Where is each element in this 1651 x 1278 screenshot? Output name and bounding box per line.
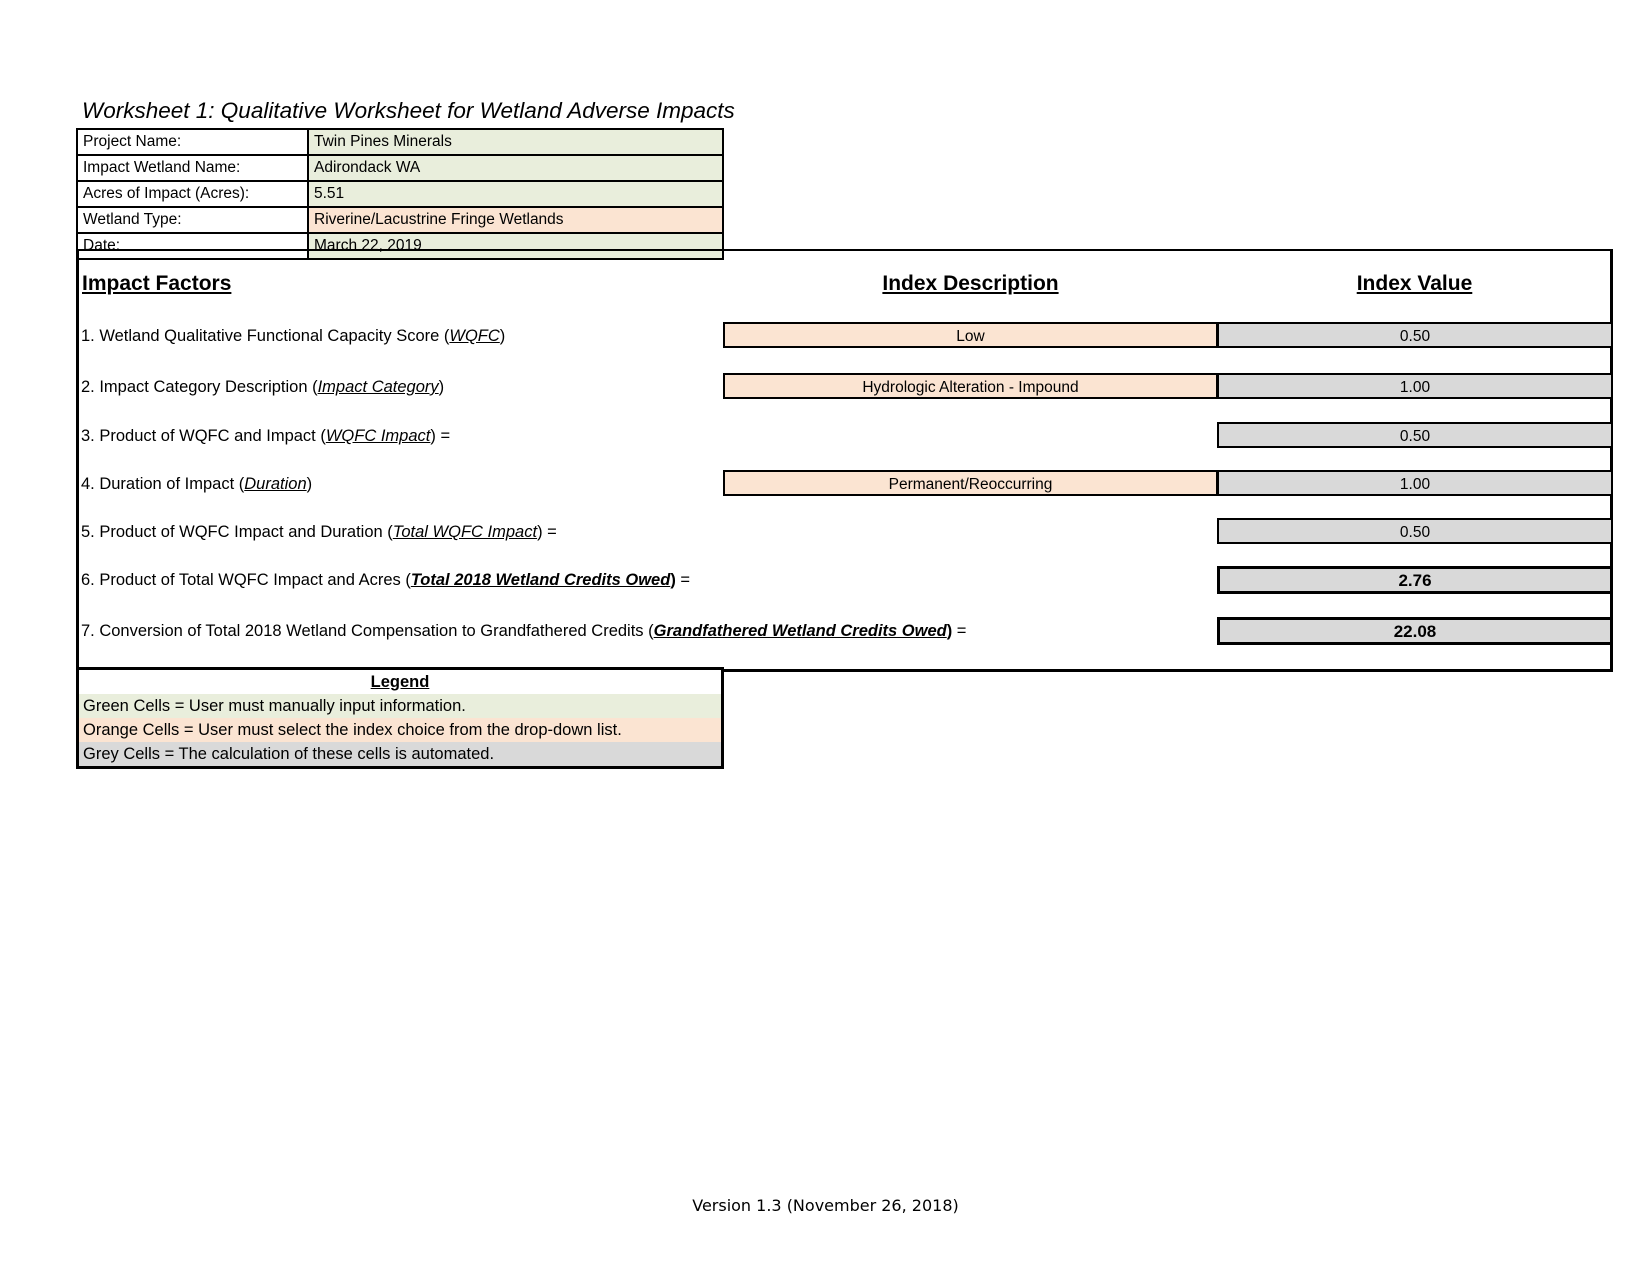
- project-info-table: Project Name: Twin Pines Minerals Impact…: [76, 128, 724, 260]
- table-row: Acres of Impact (Acres): 5.51: [76, 180, 724, 208]
- index-value-cell-1: 0.50: [1217, 322, 1613, 348]
- factor-1-lead: 1. Wetland Qualitative Functional Capaci…: [81, 327, 450, 345]
- factor-7-term: Grandfathered Wetland Credits Owed: [653, 622, 947, 640]
- impact-factors-panel: [76, 249, 1613, 672]
- index-value-cell-3: 0.50: [1217, 422, 1613, 448]
- factor-3-term: WQFC Impact: [325, 427, 431, 445]
- info-label-acres-of-impact: Acres of Impact (Acres):: [76, 180, 309, 208]
- footer-version: Version 1.3 (November 26, 2018): [692, 1196, 959, 1215]
- worksheet-page: Worksheet 1: Qualitative Worksheet for W…: [0, 0, 1651, 1278]
- index-description-cell-4[interactable]: Permanent/Reoccurring: [723, 470, 1218, 496]
- index-value-cell-5: 0.50: [1217, 518, 1613, 544]
- table-row: Project Name: Twin Pines Minerals: [76, 128, 724, 156]
- factor-5-lead: 5. Product of WQFC Impact and Duration (: [81, 523, 393, 541]
- page-title: Worksheet 1: Qualitative Worksheet for W…: [82, 98, 735, 123]
- index-description-cell-1[interactable]: Low: [723, 322, 1218, 348]
- index-value-cell-6: 2.76: [1217, 566, 1613, 594]
- info-label-project-name: Project Name:: [76, 128, 309, 156]
- factor-6-term: Total 2018 Wetland Credits Owed: [410, 571, 671, 589]
- info-label-impact-wetland-name: Impact Wetland Name:: [76, 154, 309, 182]
- info-value-acres-of-impact[interactable]: 5.51: [307, 180, 724, 208]
- factor-2-tail: ): [438, 378, 445, 396]
- column-header-index-value: Index Value: [1356, 272, 1473, 295]
- factor-5-term: Total WQFC Impact: [392, 523, 538, 541]
- factor-1-tail: ): [499, 327, 506, 345]
- legend-row-grey: Grey Cells = The calculation of these ce…: [79, 742, 721, 766]
- factor-2-term: Impact Category: [317, 378, 439, 396]
- factor-1-term: WQFC: [449, 327, 500, 345]
- info-value-project-name[interactable]: Twin Pines Minerals: [307, 128, 724, 156]
- legend-title: Legend: [79, 670, 721, 694]
- index-value-cell-7: 22.08: [1217, 617, 1613, 645]
- info-label-wetland-type: Wetland Type:: [76, 206, 309, 234]
- factor-4-lead: 4. Duration of Impact (: [81, 475, 245, 493]
- index-value-cell-2: 1.00: [1217, 373, 1613, 399]
- factor-label-4: 4. Duration of Impact (Duration): [81, 474, 312, 494]
- factor-label-1: 1. Wetland Qualitative Functional Capaci…: [81, 326, 505, 346]
- factor-6-tail: =: [675, 571, 691, 589]
- factor-4-term: Duration: [244, 475, 307, 493]
- factor-3-lead: 3. Product of WQFC and Impact (: [81, 427, 326, 445]
- index-description-cell-2[interactable]: Hydrologic Alteration - Impound: [723, 373, 1218, 399]
- factor-5-tail: ) =: [537, 523, 557, 541]
- factor-2-lead: 2. Impact Category Description (: [81, 378, 318, 396]
- table-row: Wetland Type: Riverine/Lacustrine Fringe…: [76, 206, 724, 234]
- legend-row-orange: Orange Cells = User must select the inde…: [79, 718, 721, 742]
- info-value-wetland-type[interactable]: Riverine/Lacustrine Fringe Wetlands: [307, 206, 724, 234]
- legend: Legend Green Cells = User must manually …: [76, 667, 724, 769]
- column-header-impact-factors: Impact Factors: [82, 272, 232, 295]
- factor-7-lead: 7. Conversion of Total 2018 Wetland Comp…: [81, 622, 654, 640]
- info-value-impact-wetland-name[interactable]: Adirondack WA: [307, 154, 724, 182]
- column-header-index-description: Index Description: [882, 272, 1059, 295]
- factor-7-tail: =: [952, 622, 967, 640]
- factor-label-5: 5. Product of WQFC Impact and Duration (…: [81, 522, 557, 542]
- factor-label-7: 7. Conversion of Total 2018 Wetland Comp…: [81, 621, 966, 641]
- index-value-cell-4: 1.00: [1217, 470, 1613, 496]
- factor-label-6: 6. Product of Total WQFC Impact and Acre…: [81, 570, 690, 590]
- factor-4-tail: ): [306, 475, 313, 493]
- table-row: Impact Wetland Name: Adirondack WA: [76, 154, 724, 182]
- factor-label-3: 3. Product of WQFC and Impact (WQFC Impa…: [81, 426, 450, 446]
- factor-label-2: 2. Impact Category Description (Impact C…: [81, 377, 444, 397]
- factor-6-lead: 6. Product of Total WQFC Impact and Acre…: [81, 571, 411, 589]
- factor-3-tail: ) =: [430, 427, 451, 445]
- legend-row-green: Green Cells = User must manually input i…: [79, 694, 721, 718]
